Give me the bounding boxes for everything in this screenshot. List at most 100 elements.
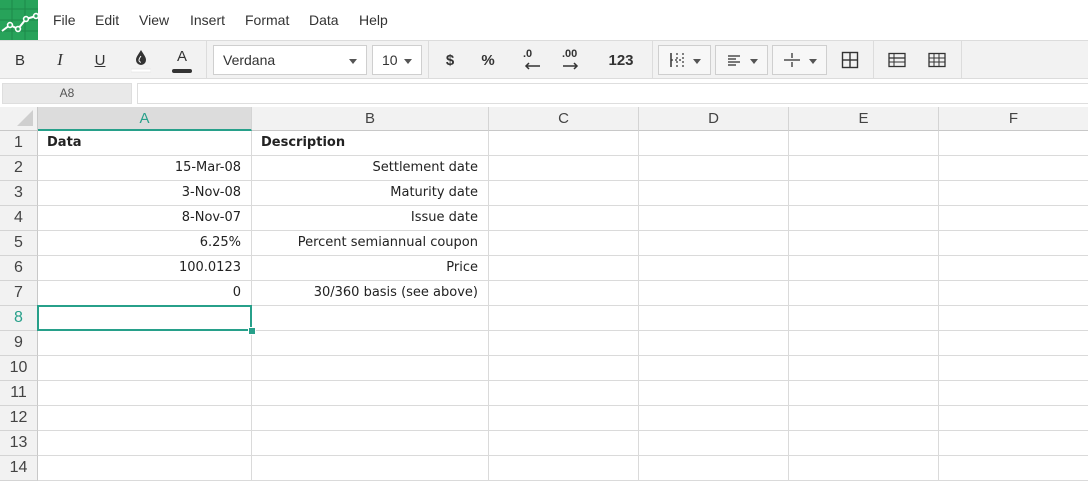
menu-insert[interactable]: Insert xyxy=(190,0,225,40)
cell-b10[interactable] xyxy=(252,356,489,381)
cell-e1[interactable] xyxy=(789,131,939,156)
cell-d11[interactable] xyxy=(639,381,789,406)
cell-c13[interactable] xyxy=(489,431,639,456)
decrease-decimal-button[interactable]: .0 xyxy=(512,41,550,79)
cell-f7[interactable] xyxy=(939,281,1088,306)
app-logo-icon[interactable] xyxy=(0,0,38,40)
italic-button[interactable]: I xyxy=(42,41,78,79)
cell-d8[interactable] xyxy=(639,306,789,331)
cell-c11[interactable] xyxy=(489,381,639,406)
row-header-14[interactable]: 14 xyxy=(0,456,38,481)
cell-b7[interactable]: 30/360 basis (see above) xyxy=(252,281,489,306)
cell-f4[interactable] xyxy=(939,206,1088,231)
cell-a13[interactable] xyxy=(38,431,252,456)
cell-e8[interactable] xyxy=(789,306,939,331)
cell-b14[interactable] xyxy=(252,456,489,481)
row-header-6[interactable]: 6 xyxy=(0,256,38,281)
cell-d2[interactable] xyxy=(639,156,789,181)
cell-b6[interactable]: Price xyxy=(252,256,489,281)
cell-a10[interactable] xyxy=(38,356,252,381)
column-header-b[interactable]: B xyxy=(252,107,489,131)
borders-dropdown[interactable] xyxy=(658,45,711,75)
underline-button[interactable]: U xyxy=(82,41,118,79)
font-size-select[interactable]: 10 xyxy=(372,45,422,75)
cell-e12[interactable] xyxy=(789,406,939,431)
column-header-d[interactable]: D xyxy=(639,107,789,131)
row-header-8[interactable]: 8 xyxy=(0,306,38,331)
cell-c1[interactable] xyxy=(489,131,639,156)
column-header-c[interactable]: C xyxy=(489,107,639,131)
freeze-columns-button[interactable] xyxy=(919,41,955,79)
cell-f12[interactable] xyxy=(939,406,1088,431)
cell-b4[interactable]: Issue date xyxy=(252,206,489,231)
cell-a6[interactable]: 100.0123 xyxy=(38,256,252,281)
fill-handle[interactable] xyxy=(248,327,256,335)
fill-color-button[interactable] xyxy=(123,41,159,79)
select-all-corner[interactable] xyxy=(0,107,38,131)
cell-b1[interactable]: Description xyxy=(252,131,489,156)
cell-d4[interactable] xyxy=(639,206,789,231)
cell-e6[interactable] xyxy=(789,256,939,281)
cell-c3[interactable] xyxy=(489,181,639,206)
freeze-rows-button[interactable] xyxy=(879,41,915,79)
cell-b5[interactable]: Percent semiannual coupon xyxy=(252,231,489,256)
cell-a11[interactable] xyxy=(38,381,252,406)
row-header-3[interactable]: 3 xyxy=(0,181,38,206)
cell-f6[interactable] xyxy=(939,256,1088,281)
cell-c14[interactable] xyxy=(489,456,639,481)
menu-data[interactable]: Data xyxy=(309,0,339,40)
formula-input[interactable] xyxy=(137,83,1088,104)
cell-a4[interactable]: 8-Nov-07 xyxy=(38,206,252,231)
cell-e14[interactable] xyxy=(789,456,939,481)
row-header-9[interactable]: 9 xyxy=(0,331,38,356)
cell-b11[interactable] xyxy=(252,381,489,406)
cell-d10[interactable] xyxy=(639,356,789,381)
cell-a9[interactable] xyxy=(38,331,252,356)
cell-f3[interactable] xyxy=(939,181,1088,206)
cell-d14[interactable] xyxy=(639,456,789,481)
number-format-button[interactable]: 123 xyxy=(600,41,642,79)
merge-cells-button[interactable] xyxy=(832,41,868,79)
cell-a12[interactable] xyxy=(38,406,252,431)
cell-c5[interactable] xyxy=(489,231,639,256)
percent-format-button[interactable]: % xyxy=(470,41,506,79)
currency-format-button[interactable]: $ xyxy=(432,41,468,79)
cell-a2[interactable]: 15-Mar-08 xyxy=(38,156,252,181)
cell-d6[interactable] xyxy=(639,256,789,281)
menu-help[interactable]: Help xyxy=(359,0,388,40)
column-header-a[interactable]: A xyxy=(38,107,252,131)
cell-d12[interactable] xyxy=(639,406,789,431)
row-header-11[interactable]: 11 xyxy=(0,381,38,406)
cell-f13[interactable] xyxy=(939,431,1088,456)
increase-decimal-button[interactable]: .00 xyxy=(553,41,591,79)
column-header-f[interactable]: F xyxy=(939,107,1088,131)
row-header-5[interactable]: 5 xyxy=(0,231,38,256)
cell-b8[interactable] xyxy=(252,306,489,331)
cell-f11[interactable] xyxy=(939,381,1088,406)
row-header-7[interactable]: 7 xyxy=(0,281,38,306)
cell-c2[interactable] xyxy=(489,156,639,181)
row-header-12[interactable]: 12 xyxy=(0,406,38,431)
cell-e3[interactable] xyxy=(789,181,939,206)
cell-b13[interactable] xyxy=(252,431,489,456)
column-header-e[interactable]: E xyxy=(789,107,939,131)
menu-format[interactable]: Format xyxy=(245,0,289,40)
cell-d3[interactable] xyxy=(639,181,789,206)
cell-e11[interactable] xyxy=(789,381,939,406)
row-header-2[interactable]: 2 xyxy=(0,156,38,181)
cell-b2[interactable]: Settlement date xyxy=(252,156,489,181)
cell-d13[interactable] xyxy=(639,431,789,456)
cell-f8[interactable] xyxy=(939,306,1088,331)
cell-f2[interactable] xyxy=(939,156,1088,181)
menu-view[interactable]: View xyxy=(139,0,169,40)
name-box[interactable]: A8 xyxy=(2,83,132,104)
cell-f14[interactable] xyxy=(939,456,1088,481)
cell-a7[interactable]: 0 xyxy=(38,281,252,306)
cell-a1[interactable]: Data xyxy=(38,131,252,156)
cell-b9[interactable] xyxy=(252,331,489,356)
cell-c8[interactable] xyxy=(489,306,639,331)
row-header-1[interactable]: 1 xyxy=(0,131,38,156)
vertical-align-dropdown[interactable] xyxy=(772,45,827,75)
cell-d1[interactable] xyxy=(639,131,789,156)
row-header-13[interactable]: 13 xyxy=(0,431,38,456)
